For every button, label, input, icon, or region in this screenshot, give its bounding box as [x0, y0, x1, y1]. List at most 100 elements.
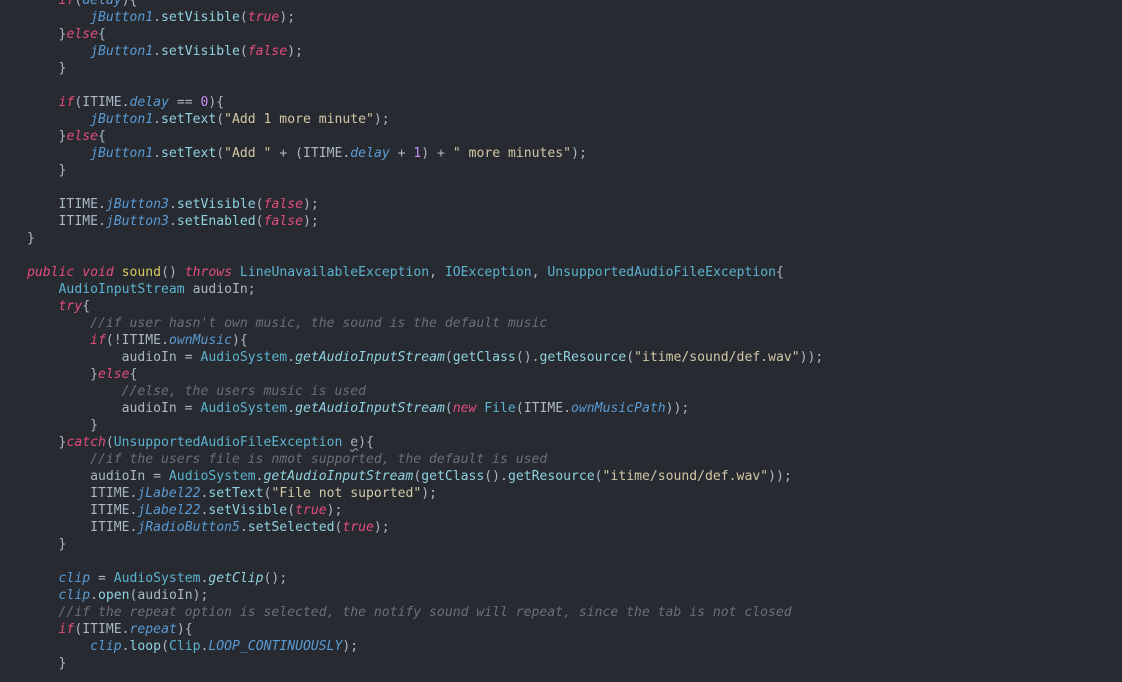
code-token: + (: [271, 146, 303, 161]
code-token: }: [58, 656, 67, 671]
code-line[interactable]: }: [0, 230, 1122, 247]
code-line[interactable]: audioIn = AudioSystem.getAudioInputStrea…: [0, 349, 1122, 366]
code-token: Clip: [168, 639, 201, 654]
code-line[interactable]: ITIME.jButton3.setVisible(false);: [0, 196, 1122, 213]
code-token: getAudioInputStream: [295, 350, 445, 365]
code-token: //if the repeat option is selected, the …: [58, 605, 792, 620]
code-line[interactable]: public void sound() throws LineUnavailab…: [0, 264, 1122, 281]
code-token: "Add 1 more minute": [224, 112, 374, 127]
code-token: void: [82, 265, 114, 280]
code-token: AudioSystem: [200, 350, 288, 365]
code-line[interactable]: jButton1.setVisible(false);: [0, 43, 1122, 60]
code-token: ITIME: [90, 520, 130, 535]
code-line[interactable]: [0, 179, 1122, 196]
code-line[interactable]: //if the users file is nmot supported, t…: [0, 451, 1122, 468]
code-line[interactable]: }: [0, 162, 1122, 179]
code-line[interactable]: [0, 247, 1122, 264]
code-line[interactable]: }: [0, 655, 1122, 672]
code-token: File: [484, 401, 516, 416]
code-token: .: [121, 622, 130, 637]
code-line[interactable]: }catch(UnsupportedAudioFileException e){: [0, 434, 1122, 451]
code-token: ){: [358, 435, 374, 450]
code-line[interactable]: clip.loop(Clip.LOOP_CONTINUOUSLY);: [0, 638, 1122, 655]
code-editor[interactable]: if(delay){ jButton1.setVisible(true); }e…: [0, 0, 1122, 682]
code-token: ));: [799, 350, 824, 365]
code-line[interactable]: if(!ITIME.ownMusic){: [0, 332, 1122, 349]
code-token: {: [776, 265, 784, 280]
code-token: //else, the users music is used: [121, 384, 366, 399]
code-token: );: [421, 486, 437, 501]
code-line[interactable]: }else{: [0, 26, 1122, 43]
code-token: else: [97, 367, 130, 382]
code-token: .: [121, 95, 130, 110]
code-token: ().: [515, 350, 540, 365]
code-token: clip: [58, 571, 91, 586]
code-token: getClass: [452, 350, 516, 365]
code-line[interactable]: try{: [0, 298, 1122, 315]
code-line[interactable]: jButton1.setText("Add 1 more minute");: [0, 111, 1122, 128]
code-token: .: [97, 197, 106, 212]
code-token: false: [247, 44, 288, 59]
code-line[interactable]: //if user hasn't own music, the sound is…: [0, 315, 1122, 332]
code-token: .: [563, 401, 572, 416]
code-line[interactable]: [0, 553, 1122, 570]
code-line[interactable]: clip.open(audioIn);: [0, 587, 1122, 604]
code-line[interactable]: }else{: [0, 366, 1122, 383]
code-token: ITIME: [90, 503, 130, 518]
code-line[interactable]: }: [0, 60, 1122, 77]
code-token: setVisible: [176, 197, 256, 212]
code-line[interactable]: clip = AudioSystem.getClip();: [0, 570, 1122, 587]
code-token: ITIME: [302, 146, 343, 161]
code-line[interactable]: }else{: [0, 128, 1122, 145]
code-token: );: [373, 520, 390, 535]
code-line[interactable]: jButton1.setText("Add " + (ITIME.delay +…: [0, 145, 1122, 162]
code-token: );: [287, 44, 303, 59]
code-line[interactable]: if(ITIME.repeat){: [0, 621, 1122, 638]
code-token: if: [58, 95, 75, 110]
code-token: setVisible: [208, 503, 288, 518]
code-token: );: [302, 197, 319, 212]
code-token: audioIn: [121, 350, 177, 365]
code-token: AudioSystem: [113, 571, 201, 586]
code-line[interactable]: ITIME.jLabel22.setText("File not suporte…: [0, 485, 1122, 502]
code-line[interactable]: if(delay){: [0, 0, 1122, 9]
code-line[interactable]: audioIn = AudioSystem.getAudioInputStrea…: [0, 468, 1122, 485]
code-line[interactable]: }: [0, 417, 1122, 434]
code-token: }: [90, 418, 98, 433]
code-line[interactable]: ITIME.jLabel22.setVisible(true);: [0, 502, 1122, 519]
code-line[interactable]: if(ITIME.delay == 0){: [0, 94, 1122, 111]
code-line[interactable]: }: [0, 536, 1122, 553]
code-line[interactable]: //if the repeat option is selected, the …: [0, 604, 1122, 621]
code-line[interactable]: ITIME.jRadioButton5.setSelected(true);: [0, 519, 1122, 536]
code-token: getClass: [421, 469, 485, 484]
code-line[interactable]: //else, the users music is used: [0, 383, 1122, 400]
code-token: jButton1: [90, 146, 154, 161]
code-line[interactable]: ITIME.jButton3.setEnabled(false);: [0, 213, 1122, 230]
code-line[interactable]: jButton1.setVisible(true);: [0, 9, 1122, 26]
code-token: }: [58, 163, 67, 178]
code-token: jButton1: [90, 44, 154, 59]
code-token: true: [247, 10, 280, 25]
code-line[interactable]: audioIn = AudioSystem.getAudioInputStrea…: [0, 400, 1122, 417]
code-token: getAudioInputStream: [263, 469, 414, 484]
code-line[interactable]: [0, 77, 1122, 94]
code-token: (: [444, 401, 453, 416]
code-line[interactable]: AudioInputStream audioIn;: [0, 281, 1122, 298]
code-token: {: [97, 129, 106, 144]
code-token: .: [97, 214, 106, 229]
code-token: ITIME: [523, 401, 564, 416]
code-token: .: [153, 10, 162, 25]
code-token: (: [239, 44, 248, 59]
code-token: "itime/sound/def.wav": [634, 350, 800, 365]
code-token: =: [145, 469, 169, 484]
